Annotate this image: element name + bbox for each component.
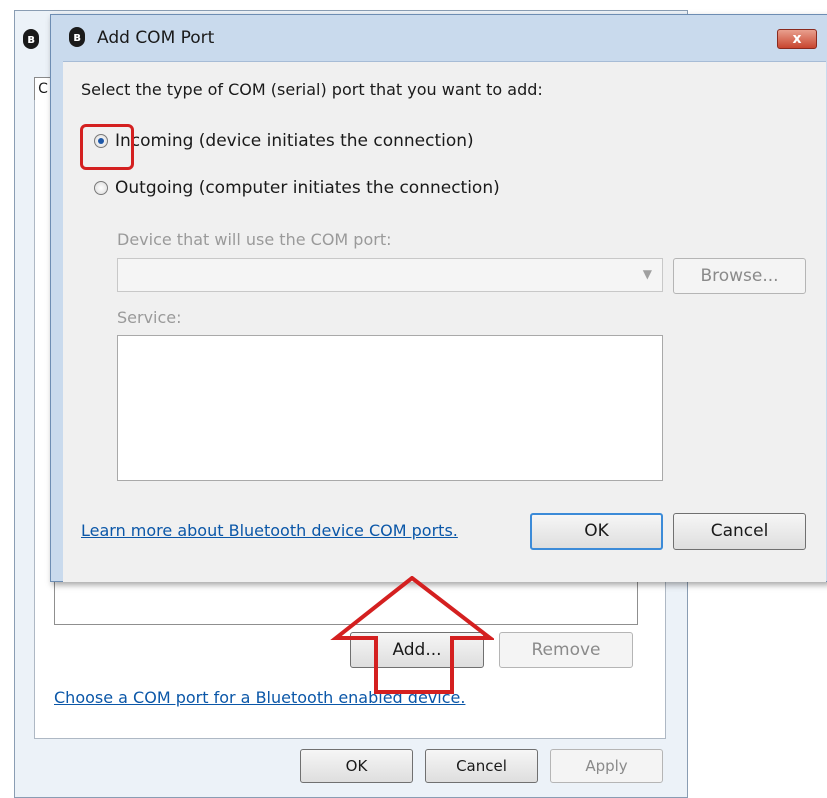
highlight-annotation — [80, 124, 134, 170]
chevron-down-icon: ▼ — [642, 267, 652, 281]
service-label: Service: — [117, 308, 182, 327]
dialog-prompt: Select the type of COM (serial) port tha… — [81, 80, 543, 99]
learn-more-link[interactable]: Learn more about Bluetooth device COM po… — [81, 521, 458, 540]
bg-ok-button[interactable]: OK — [300, 749, 413, 783]
bluetooth-icon: ʙ — [23, 29, 39, 49]
device-dropdown[interactable]: ▼ — [117, 258, 663, 292]
arrow-annotation — [330, 576, 494, 694]
service-list[interactable] — [117, 335, 663, 481]
cancel-button[interactable]: Cancel — [673, 513, 806, 550]
browse-button[interactable]: Browse... — [673, 258, 806, 294]
bg-cancel-button[interactable]: Cancel — [425, 749, 538, 783]
device-label: Device that will use the COM port: — [117, 230, 392, 249]
dialog-title: Add COM Port — [97, 28, 215, 48]
bg-apply-button[interactable]: Apply — [550, 749, 663, 783]
remove-button[interactable]: Remove — [499, 632, 633, 668]
close-button[interactable]: x — [777, 29, 817, 49]
outgoing-radio-label[interactable]: Outgoing (computer initiates the connect… — [115, 178, 500, 198]
bluetooth-icon: ʙ — [69, 27, 85, 47]
add-com-port-dialog: ʙ Add COM Port x — [50, 14, 827, 582]
ok-button[interactable]: OK — [530, 513, 663, 550]
incoming-radio-label[interactable]: Incoming (device initiates the connectio… — [115, 131, 474, 151]
outgoing-radio[interactable] — [94, 181, 108, 195]
